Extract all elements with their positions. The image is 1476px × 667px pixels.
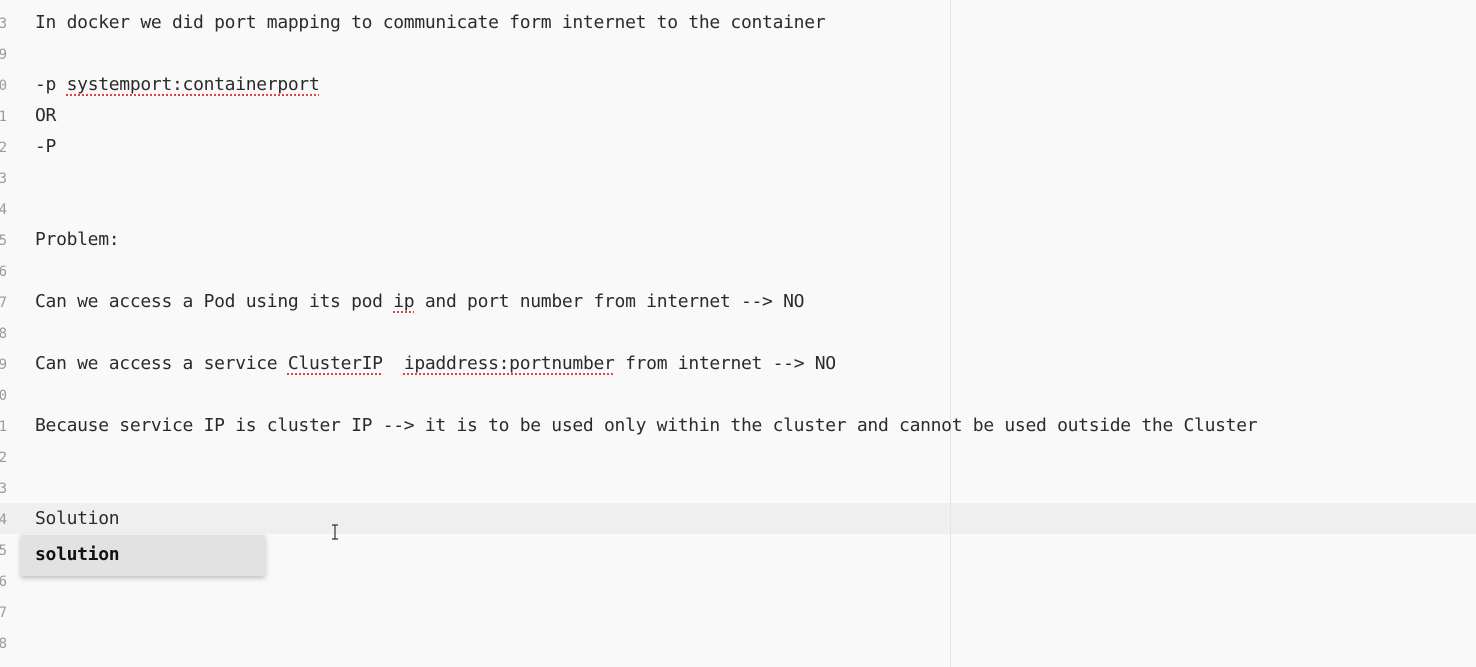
line-number: 7	[0, 295, 7, 311]
code-line-or[interactable]: OR	[35, 103, 56, 129]
line-number: 0	[0, 388, 7, 404]
code-text: Can we access a service	[35, 353, 288, 374]
code-text: -p	[35, 74, 67, 95]
code-line-capital-p-flag[interactable]: -P	[35, 134, 56, 160]
code-line-solution[interactable]: Solution	[35, 506, 120, 532]
line-number: 3	[0, 171, 7, 187]
text-editor[interactable]: 3 9 0 1 2 3 4 5 6 7 8 9 0 1 2 3 4 5 6 7 …	[0, 0, 1476, 667]
misspelled-word[interactable]: ipaddress:portnumber	[404, 353, 615, 374]
text-cursor-icon	[332, 524, 338, 540]
misspelled-word[interactable]: ClusterIP	[288, 353, 383, 374]
current-line-highlight	[0, 503, 1476, 534]
line-number: 6	[0, 574, 7, 590]
line-number: 6	[0, 264, 7, 280]
line-number: 7	[0, 605, 7, 621]
code-line-p-flag[interactable]: -p systemport:containerport	[35, 72, 320, 98]
misspelled-word[interactable]: systemport:containerport	[67, 74, 320, 95]
code-line-problem[interactable]: Problem:	[35, 227, 120, 253]
line-number: 2	[0, 450, 7, 466]
line-number: 3	[0, 16, 7, 32]
line-number: 5	[0, 543, 7, 559]
column-guide	[950, 0, 951, 667]
misspelled-word[interactable]: ip	[393, 291, 414, 312]
line-number: 5	[0, 233, 7, 249]
autocomplete-item-solution[interactable]: solution	[35, 542, 120, 568]
code-text: from internet --> NO	[614, 353, 836, 374]
line-number: 4	[0, 512, 7, 528]
line-number: 3	[0, 481, 7, 497]
line-number: 8	[0, 636, 7, 652]
line-number: 8	[0, 326, 7, 342]
line-number: 9	[0, 357, 7, 373]
line-number: 4	[0, 202, 7, 218]
line-number-gutter: 3 9 0 1 2 3 4 5 6 7 8 9 0 1 2 3 4 5 6 7 …	[0, 0, 14, 667]
code-line-pod-access[interactable]: Can we access a Pod using its pod ip and…	[35, 289, 805, 315]
code-line-cluster-ip-explanation[interactable]: Because service IP is cluster IP --> it …	[35, 413, 1258, 439]
line-number: 1	[0, 419, 7, 435]
autocomplete-popup[interactable]: solution	[21, 535, 265, 576]
line-number: 9	[0, 47, 7, 63]
code-text: and port number from internet --> NO	[414, 291, 805, 312]
line-number: 1	[0, 109, 7, 125]
code-line-service-access[interactable]: Can we access a service ClusterIP ipaddr…	[35, 351, 836, 377]
line-number: 0	[0, 78, 7, 94]
code-text: Can we access a Pod using its pod	[35, 291, 394, 312]
line-number: 2	[0, 140, 7, 156]
code-line-docker-port-mapping[interactable]: In docker we did port mapping to communi…	[35, 10, 826, 36]
